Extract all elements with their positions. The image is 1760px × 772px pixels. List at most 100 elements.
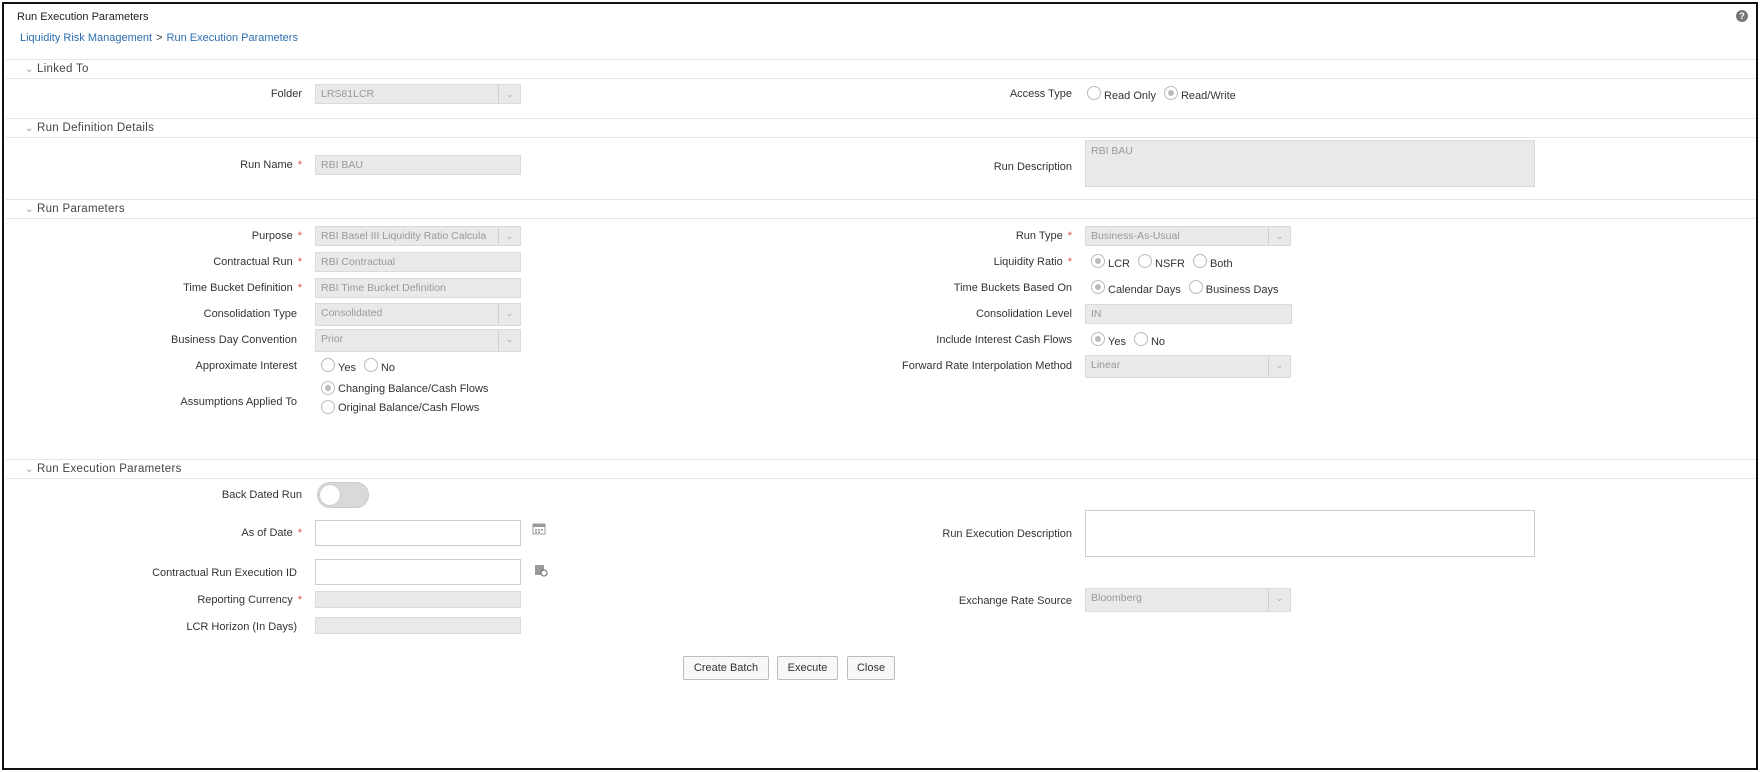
approx-interest-yes-radio[interactable]: Yes <box>321 358 356 374</box>
folder-value: LRS81LCR <box>321 88 375 100</box>
include-interest-no-radio[interactable]: No <box>1133 332 1165 348</box>
consolidation-level-field[interactable]: IN <box>1085 304 1292 324</box>
include-interest-radio-group: Yes No <box>1091 332 1173 348</box>
as-of-date-input[interactable] <box>315 520 521 546</box>
breadcrumb-link-liquidity-risk[interactable]: Liquidity Risk Management <box>20 32 152 44</box>
execute-button[interactable]: Execute <box>777 656 838 680</box>
business-day-value: Prior <box>321 333 344 345</box>
run-description-label: Run Description <box>993 161 1072 173</box>
lcr-horizon-label: LCR Horizon (In Days) <box>186 621 297 633</box>
consolidation-type-label: Consolidation Type <box>203 308 297 320</box>
help-circle-icon[interactable]: ? <box>1736 10 1748 22</box>
run-name-field[interactable]: RBI BAU <box>315 155 521 175</box>
folder-select[interactable]: LRS81LCR ⌄ <box>315 84 521 104</box>
access-type-label: Access Type <box>1009 88 1072 100</box>
business-day-label: Business Day Convention <box>171 334 297 346</box>
time-buckets-based-label: Time Buckets Based On <box>953 282 1072 294</box>
liquidity-lcr-radio[interactable]: LCR <box>1091 254 1130 270</box>
time-bucket-label: Time Bucket Definition * <box>183 282 302 294</box>
back-dated-toggle[interactable] <box>317 482 369 508</box>
access-read-only-radio[interactable]: Read Only <box>1087 86 1156 102</box>
contractual-run-field[interactable]: RBI Contractual <box>315 252 521 272</box>
chevron-down-icon: ⌄ <box>1268 356 1290 377</box>
lcr-horizon-field[interactable] <box>315 617 521 634</box>
page-title: Run Execution Parameters <box>17 11 149 23</box>
time-buckets-based-radio-group: Calendar Days Business Days <box>1091 280 1287 296</box>
liquidity-ratio-radio-group: LCR NSFR Both <box>1091 254 1241 270</box>
time-buckets-calendar-radio[interactable]: Calendar Days <box>1091 280 1181 296</box>
section-run-parameters[interactable]: ⌄ Run Parameters <box>6 199 1756 219</box>
breadcrumb-separator: > <box>156 32 163 44</box>
include-interest-label: Include Interest Cash Flows <box>936 334 1072 346</box>
contractual-run-label: Contractual Run * <box>213 256 302 268</box>
assumptions-radio-group: Changing Balance/Cash Flows Original Bal… <box>321 381 496 414</box>
run-description-field[interactable]: RBI BAU <box>1085 140 1535 187</box>
consolidation-type-value: Consolidated <box>321 307 383 319</box>
assumptions-changing-radio[interactable]: Changing Balance/Cash Flows <box>321 381 488 395</box>
run-exec-desc-label: Run Execution Description <box>942 528 1072 540</box>
forward-rate-value: Linear <box>1091 359 1121 371</box>
run-type-value: Business-As-Usual <box>1091 230 1180 242</box>
forward-rate-select[interactable]: Linear ⌄ <box>1085 355 1291 378</box>
include-interest-yes-radio[interactable]: Yes <box>1091 332 1126 348</box>
run-type-label: Run Type * <box>1015 230 1072 242</box>
reporting-currency-label: Reporting Currency * <box>197 594 302 606</box>
contractual-exec-id-label: Contractual Run Execution ID <box>152 567 297 579</box>
forward-rate-label: Forward Rate Interpolation Method <box>902 360 1072 372</box>
list-lookup-icon[interactable] <box>534 564 548 577</box>
approx-interest-label: Approximate Interest <box>195 360 298 372</box>
as-of-date-label: As of Date * <box>241 527 302 539</box>
exchange-rate-value: Bloomberg <box>1091 592 1142 604</box>
approx-interest-radio-group: Yes No <box>321 358 403 374</box>
business-day-select[interactable]: Prior ⌄ <box>315 329 521 352</box>
section-linked-to[interactable]: ⌄ Linked To <box>6 59 1756 79</box>
run-name-label: Run Name * <box>240 159 302 171</box>
chevron-down-icon: ⌄ <box>498 330 520 351</box>
chevron-down-icon: ⌄ <box>25 204 34 215</box>
assumptions-label: Assumptions Applied To <box>180 396 297 408</box>
chevron-down-icon: ⌄ <box>498 304 520 325</box>
purpose-select[interactable]: RBI Basel III Liquidity Ratio Calcula ⌄ <box>315 226 521 246</box>
time-buckets-business-radio[interactable]: Business Days <box>1188 280 1279 296</box>
close-button[interactable]: Close <box>847 656 895 680</box>
assumptions-original-radio[interactable]: Original Balance/Cash Flows <box>321 400 479 414</box>
consolidation-type-select[interactable]: Consolidated ⌄ <box>315 303 521 326</box>
approx-interest-no-radio[interactable]: No <box>363 358 395 374</box>
back-dated-label: Back Dated Run <box>221 489 302 501</box>
breadcrumb-link-run-execution[interactable]: Run Execution Parameters <box>167 32 298 44</box>
chevron-down-icon: ⌄ <box>498 227 520 245</box>
purpose-value: RBI Basel III Liquidity Ratio Calcula <box>321 230 487 242</box>
chevron-down-icon: ⌄ <box>498 85 520 103</box>
section-linked-to-label: Linked To <box>37 63 89 75</box>
access-read-write-radio[interactable]: Read/Write <box>1163 86 1236 102</box>
run-exec-desc-input[interactable] <box>1085 510 1535 557</box>
section-run-execution[interactable]: ⌄ Run Execution Parameters <box>6 459 1756 479</box>
section-run-parameters-label: Run Parameters <box>37 203 125 215</box>
chevron-down-icon: ⌄ <box>25 464 34 475</box>
reporting-currency-field[interactable] <box>315 591 521 608</box>
liquidity-ratio-label: Liquidity Ratio * <box>993 256 1072 268</box>
folder-label: Folder <box>270 88 302 100</box>
main-window: Run Execution Parameters Liquidity Risk … <box>2 2 1758 770</box>
chevron-down-icon: ⌄ <box>25 123 34 134</box>
exchange-rate-select[interactable]: Bloomberg ⌄ <box>1085 588 1291 612</box>
section-run-definition[interactable]: ⌄ Run Definition Details <box>6 118 1756 138</box>
purpose-label: Purpose * <box>251 230 302 242</box>
breadcrumb: Liquidity Risk Management > Run Execution … <box>20 32 298 44</box>
access-type-radio-group: Read Only Read/Write <box>1087 86 1244 102</box>
section-run-definition-label: Run Definition Details <box>37 122 155 134</box>
calendar-icon[interactable] <box>532 522 546 535</box>
contractual-exec-id-input[interactable] <box>315 559 521 585</box>
toggle-knob <box>320 485 340 505</box>
time-bucket-field[interactable]: RBI Time Bucket Definition <box>315 278 521 298</box>
run-type-select[interactable]: Business-As-Usual ⌄ <box>1085 226 1291 246</box>
consolidation-level-label: Consolidation Level <box>975 308 1072 320</box>
chevron-down-icon: ⌄ <box>1268 589 1290 611</box>
chevron-down-icon: ⌄ <box>25 64 34 75</box>
create-batch-button[interactable]: Create Batch <box>683 656 769 680</box>
section-run-execution-label: Run Execution Parameters <box>37 463 182 475</box>
chevron-down-icon: ⌄ <box>1268 227 1290 245</box>
liquidity-both-radio[interactable]: Both <box>1192 254 1233 270</box>
exchange-rate-label: Exchange Rate Source <box>958 595 1072 607</box>
liquidity-nsfr-radio[interactable]: NSFR <box>1138 254 1185 270</box>
